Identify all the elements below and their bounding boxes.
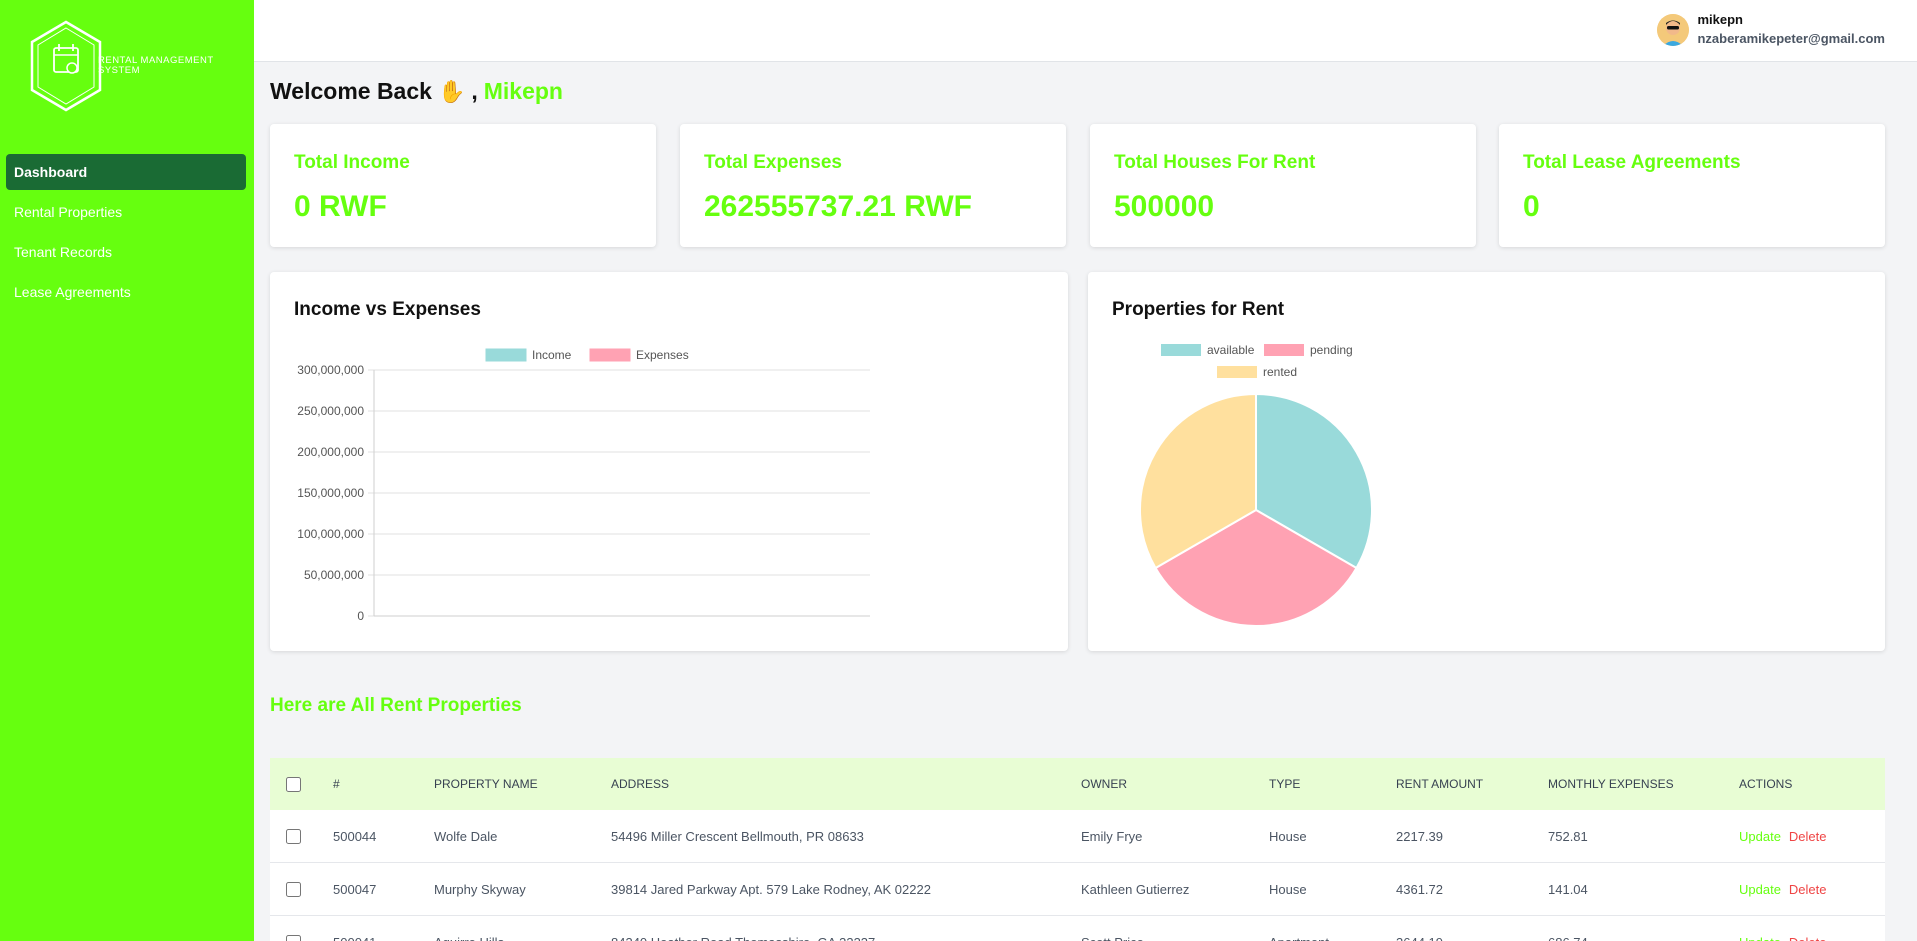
cell-property-name: Murphy Skyway — [434, 881, 526, 897]
user-email: nzaberamikepeter@gmail.com — [1697, 31, 1885, 46]
legend-swatch-rented — [1217, 366, 1257, 378]
legend-swatch-income — [485, 348, 527, 362]
column-header-owner: OWNER — [1081, 777, 1127, 791]
table-row: 500044 Wolfe Dale 54496 Miller Crescent … — [270, 810, 1885, 863]
update-button[interactable]: Update — [1739, 935, 1781, 941]
user-menu[interactable]: mikepn nzaberamikepeter@gmail.com — [1657, 12, 1885, 46]
logo-text-line2: SYSTEM — [98, 65, 140, 76]
legend-label-income: Income — [532, 348, 572, 362]
cell-owner: Kathleen Gutierrez — [1081, 881, 1190, 897]
legend-label-available: available — [1207, 343, 1255, 357]
column-header-rent-amount: RENT AMOUNT — [1396, 777, 1484, 791]
stat-title: Total Expenses — [704, 152, 842, 173]
stat-title: Total Lease Agreements — [1523, 152, 1741, 173]
cell-address: 54496 Miller Crescent Bellmouth, PR 0863… — [611, 828, 864, 844]
user-avatar-icon — [1657, 14, 1690, 46]
y-tick-label: 300,000,000 — [297, 363, 364, 377]
delete-button[interactable]: Delete — [1789, 829, 1827, 844]
stat-title: Total Income — [294, 152, 410, 173]
legend-swatch-pending — [1264, 344, 1304, 356]
sidebar-nav: Dashboard Rental Properties Tenant Recor… — [6, 154, 246, 314]
update-button[interactable]: Update — [1739, 829, 1781, 844]
cell-owner: Scott Price — [1081, 916, 1144, 941]
stat-value: 262555737.21 RWF — [704, 190, 972, 223]
sidebar-item-rental-properties[interactable]: Rental Properties — [6, 194, 246, 230]
cell-rent-amount: 4361.72 — [1396, 881, 1443, 897]
stat-title: Total Houses For Rent — [1114, 152, 1316, 173]
cell-property-name: Aguirre Hills — [434, 916, 504, 941]
user-name: mikepn — [1697, 12, 1743, 27]
y-tick-label: 150,000,000 — [297, 486, 364, 500]
table-row: 500041 Aguirre Hills 84340 Heather Road … — [270, 916, 1885, 941]
properties-pie-chart: available pending rented — [1139, 343, 1373, 627]
y-tick-label: 250,000,000 — [297, 404, 364, 418]
stat-card-total-houses: Total Houses For Rent 500000 — [1090, 124, 1476, 247]
welcome-username: Mikepn — [483, 78, 563, 104]
sidebar: RENTAL MANAGEMENT SYSTEM Dashboard Renta… — [0, 0, 254, 941]
properties-table: # PROPERTY NAME ADDRESS OWNER TYPE RENT … — [270, 758, 1885, 941]
sidebar-item-tenant-records[interactable]: Tenant Records — [6, 234, 246, 270]
welcome-heading: Welcome Back ✋ , Mikepn — [270, 78, 563, 105]
cell-id: 500047 — [333, 881, 377, 897]
legend-label-expenses: Expenses — [636, 348, 689, 362]
cell-monthly-expenses: 141.04 — [1548, 881, 1588, 897]
stat-card-total-expenses: Total Expenses 262555737.21 RWF — [680, 124, 1066, 247]
select-all-checkbox[interactable] — [286, 776, 301, 792]
cell-id: 500041 — [333, 916, 376, 941]
stat-value: 0 — [1523, 190, 1540, 223]
avatar[interactable] — [1657, 14, 1690, 46]
stat-value: 500000 — [1114, 190, 1215, 223]
y-tick-label: 0 — [357, 609, 364, 623]
delete-button[interactable]: Delete — [1789, 935, 1827, 941]
sidebar-item-lease-agreements[interactable]: Lease Agreements — [6, 274, 246, 310]
column-header-address: ADDRESS — [611, 777, 670, 791]
cell-id: 500044 — [333, 828, 377, 844]
cell-property-name: Wolfe Dale — [434, 828, 498, 844]
column-header-monthly-expenses: MONTHLY EXPENSES — [1548, 777, 1674, 791]
column-header-property-name: PROPERTY NAME — [434, 777, 538, 791]
app-logo[interactable]: RENTAL MANAGEMENT SYSTEM — [28, 20, 228, 112]
properties-for-rent-card: Properties for Rent available pending rent… — [1088, 272, 1885, 651]
row-checkbox[interactable] — [286, 934, 301, 941]
user-info: mikepn nzaberamikepeter@gmail.com — [1697, 12, 1885, 46]
cell-type: Apartment — [1269, 916, 1329, 941]
stat-card-total-lease-agreements: Total Lease Agreements 0 — [1499, 124, 1885, 247]
cell-address: 39814 Jared Parkway Apt. 579 Lake Rodney… — [611, 881, 931, 897]
y-tick-label: 200,000,000 — [297, 445, 364, 459]
cell-type: House — [1269, 828, 1307, 844]
cell-monthly-expenses: 752.81 — [1548, 828, 1588, 844]
income-expenses-chart: Income Expenses 300,000,000 250,000,000 200,… — [297, 348, 870, 623]
column-header-actions: ACTIONS — [1739, 777, 1793, 791]
cell-rent-amount: 3644.19 — [1396, 916, 1443, 941]
cell-owner: Emily Frye — [1081, 828, 1143, 844]
legend-label-pending: pending — [1310, 343, 1353, 357]
income-vs-expenses-card: Income vs Expenses Income Expenses 300,000… — [270, 272, 1068, 651]
cell-address: 84340 Heather Road Thomasshire, GA 33337 — [611, 916, 875, 941]
properties-section-title: Here are All Rent Properties — [270, 695, 522, 716]
column-header-id: # — [333, 777, 340, 791]
row-checkbox[interactable] — [286, 828, 301, 844]
waving-hand-icon: ✋ — [437, 78, 466, 104]
stat-value: 0 RWF — [294, 190, 387, 223]
y-tick-label: 50,000,000 — [304, 568, 364, 582]
welcome-separator: , — [471, 78, 478, 104]
top-bar: mikepn nzaberamikepeter@gmail.com — [254, 0, 1917, 62]
welcome-prefix: Welcome Back — [270, 78, 432, 104]
cell-type: House — [1269, 881, 1307, 897]
table-row: 500047 Murphy Skyway 39814 Jared Parkway… — [270, 863, 1885, 916]
y-tick-label: 100,000,000 — [297, 527, 364, 541]
column-header-type: TYPE — [1269, 777, 1301, 791]
legend-swatch-available — [1161, 344, 1201, 356]
stat-card-total-income: Total Income 0 RWF — [270, 124, 656, 247]
legend-label-rented: rented — [1263, 365, 1297, 379]
update-button[interactable]: Update — [1739, 882, 1781, 897]
table-header-row: # PROPERTY NAME ADDRESS OWNER TYPE RENT … — [270, 758, 1885, 810]
delete-button[interactable]: Delete — [1789, 882, 1827, 897]
cell-rent-amount: 2217.39 — [1396, 828, 1443, 844]
row-checkbox[interactable] — [286, 881, 301, 897]
sidebar-item-dashboard[interactable]: Dashboard — [6, 154, 246, 190]
cell-monthly-expenses: 686.74 — [1548, 916, 1588, 941]
legend-swatch-expenses — [589, 348, 631, 362]
